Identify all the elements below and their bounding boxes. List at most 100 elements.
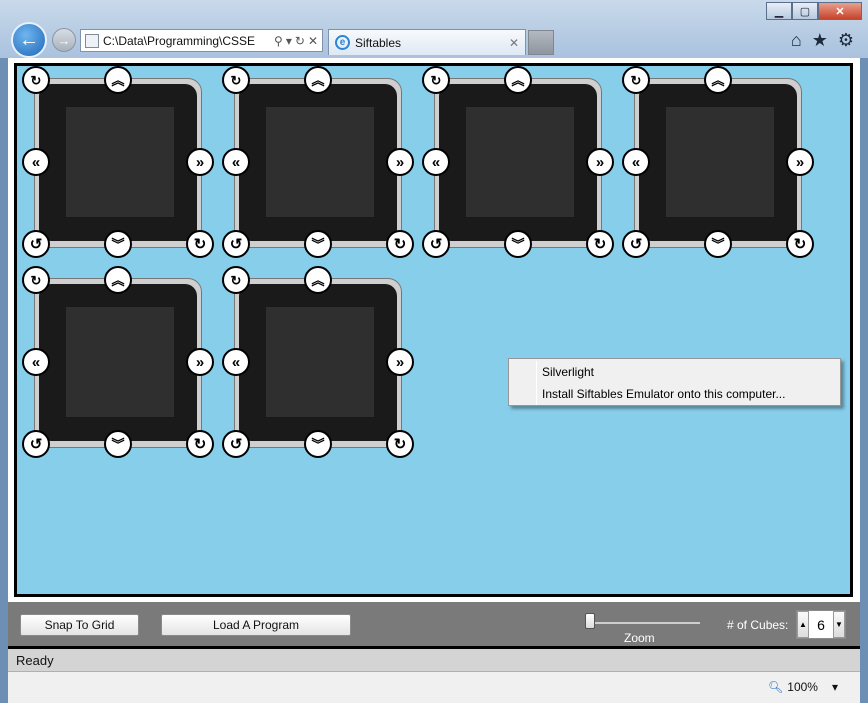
rotate-icon[interactable]: ↻ bbox=[22, 66, 50, 94]
rotate-icon[interactable]: ↻ bbox=[222, 66, 250, 94]
stop-icon[interactable]: ✕ bbox=[308, 34, 318, 48]
cube-body[interactable] bbox=[434, 78, 602, 248]
chevron-right-icon[interactable]: » bbox=[186, 348, 214, 376]
cube-body[interactable] bbox=[34, 278, 202, 448]
cube-screen bbox=[266, 107, 374, 217]
chevron-up-icon[interactable]: ︽ bbox=[504, 66, 532, 94]
rotate-icon[interactable]: ↻ bbox=[622, 66, 650, 94]
zoom-slider-thumb[interactable] bbox=[585, 613, 595, 629]
chevron-right-icon[interactable]: » bbox=[386, 348, 414, 376]
chevron-down-icon[interactable]: ︾ bbox=[504, 230, 532, 258]
rotate-cw-icon[interactable]: ↻ bbox=[386, 430, 414, 458]
favorites-star-icon[interactable]: ★ bbox=[812, 30, 828, 51]
new-tab-button[interactable] bbox=[528, 30, 554, 55]
address-tools: ⚲ ▾ ↻ ✕ bbox=[274, 34, 322, 48]
address-url[interactable]: C:\Data\Programming\CSSE bbox=[103, 34, 270, 48]
search-icon[interactable]: ⚲ bbox=[274, 34, 283, 48]
browser-zoom-value: 100% bbox=[787, 680, 818, 694]
rotate-cw-icon[interactable]: ↻ bbox=[186, 430, 214, 458]
zoom-label: Zoom bbox=[624, 631, 655, 645]
zoom-slider-track[interactable] bbox=[588, 622, 700, 624]
siftable-cube[interactable]: ↻ ︽ « » ↺ ︾ ↻ bbox=[22, 266, 214, 458]
cube-bezel bbox=[239, 84, 397, 241]
chevron-up-icon[interactable]: ︽ bbox=[104, 266, 132, 294]
spinner-down-icon[interactable]: ▼ bbox=[833, 611, 845, 638]
chevron-right-icon[interactable]: » bbox=[186, 148, 214, 176]
cube-bezel bbox=[39, 284, 197, 441]
rotate-icon[interactable]: ↻ bbox=[22, 266, 50, 294]
chevron-right-icon[interactable]: » bbox=[586, 148, 614, 176]
cube-screen bbox=[666, 107, 774, 217]
rotate-ccw-icon[interactable]: ↺ bbox=[222, 230, 250, 258]
chevron-left-icon[interactable]: « bbox=[22, 148, 50, 176]
chevron-down-icon[interactable]: ▾ bbox=[822, 680, 838, 694]
dropdown-icon[interactable]: ▾ bbox=[286, 34, 292, 48]
context-menu-item-silverlight[interactable]: Silverlight bbox=[509, 361, 840, 383]
cube-screen bbox=[266, 307, 374, 417]
address-bar[interactable]: C:\Data\Programming\CSSE ⚲ ▾ ↻ ✕ bbox=[80, 29, 323, 52]
cube-body[interactable] bbox=[234, 78, 402, 248]
chevron-down-icon[interactable]: ︾ bbox=[304, 230, 332, 258]
spinner-up-icon[interactable]: ▲ bbox=[797, 611, 809, 638]
siftable-cube[interactable]: ↻ ︽ « » ↺ ︾ ↻ bbox=[622, 66, 814, 258]
cube-count-spinner[interactable]: ▲ 6 ▼ bbox=[796, 610, 846, 639]
chevron-left-icon[interactable]: « bbox=[222, 348, 250, 376]
rotate-ccw-icon[interactable]: ↺ bbox=[622, 230, 650, 258]
back-button[interactable]: ← bbox=[11, 22, 47, 58]
chevron-left-icon[interactable]: « bbox=[22, 348, 50, 376]
gear-icon[interactable]: ⚙ bbox=[838, 30, 854, 51]
cube-count-value[interactable]: 6 bbox=[809, 611, 833, 638]
cube-body[interactable] bbox=[34, 78, 202, 248]
tab-close-icon[interactable]: ✕ bbox=[509, 36, 525, 50]
rotate-ccw-icon[interactable]: ↺ bbox=[22, 230, 50, 258]
chevron-up-icon[interactable]: ︽ bbox=[304, 266, 332, 294]
chevron-left-icon[interactable]: « bbox=[222, 148, 250, 176]
chevron-left-icon[interactable]: « bbox=[422, 148, 450, 176]
siftable-cube[interactable]: ↻ ︽ « » ↺ ︾ ↻ bbox=[22, 66, 214, 258]
rotate-ccw-icon[interactable]: ↺ bbox=[22, 430, 50, 458]
content-frame: ↻ ︽ « » ↺ ︾ ↻ ↻ ︽ « » ↺ ︾ ↻ ↻ ︽ « » ↺ ︾ ↻ ↻ ︽ « » ↺ ︾ ↻ ↻ ︽ « » ↺ ︾ ↻ ↻ ︽ « » ↺… bbox=[8, 58, 860, 703]
chevron-left-icon[interactable]: « bbox=[622, 148, 650, 176]
rotate-ccw-icon[interactable]: ↺ bbox=[422, 230, 450, 258]
ie-icon: e bbox=[335, 35, 350, 50]
close-icon[interactable]: ✕ bbox=[818, 2, 862, 20]
rotate-cw-icon[interactable]: ↻ bbox=[786, 230, 814, 258]
cube-bezel bbox=[39, 84, 197, 241]
rotate-cw-icon[interactable]: ↻ bbox=[586, 230, 614, 258]
status-text: Ready bbox=[16, 652, 54, 668]
home-icon[interactable]: ⌂ bbox=[791, 30, 802, 51]
chevron-right-icon[interactable]: » bbox=[386, 148, 414, 176]
tab-siftables[interactable]: e Siftables ✕ bbox=[328, 29, 526, 55]
chevron-up-icon[interactable]: ︽ bbox=[304, 66, 332, 94]
context-menu-item-install[interactable]: Install Siftables Emulator onto this com… bbox=[509, 383, 840, 405]
chevron-down-icon[interactable]: ︾ bbox=[104, 230, 132, 258]
cube-body[interactable] bbox=[634, 78, 802, 248]
cube-body[interactable] bbox=[234, 278, 402, 448]
rotate-cw-icon[interactable]: ↻ bbox=[186, 230, 214, 258]
siftable-cube[interactable]: ↻ ︽ « » ↺ ︾ ↻ bbox=[222, 66, 414, 258]
siftable-cube[interactable]: ↻ ︽ « » ↺ ︾ ↻ bbox=[422, 66, 614, 258]
chevron-down-icon[interactable]: ︾ bbox=[104, 430, 132, 458]
chevron-up-icon[interactable]: ︽ bbox=[104, 66, 132, 94]
rotate-cw-icon[interactable]: ↻ bbox=[386, 230, 414, 258]
maximize-icon[interactable]: ▢ bbox=[792, 2, 818, 20]
rotate-icon[interactable]: ↻ bbox=[222, 266, 250, 294]
cube-bezel bbox=[439, 84, 597, 241]
magnifier-icon: 🔍︎ bbox=[768, 680, 784, 694]
load-program-button[interactable]: Load A Program bbox=[161, 614, 351, 636]
minimize-icon[interactable]: ▁ bbox=[766, 2, 792, 20]
cube-bezel bbox=[639, 84, 797, 241]
emulator-canvas[interactable]: ↻ ︽ « » ↺ ︾ ↻ ↻ ︽ « » ↺ ︾ ↻ ↻ ︽ « » ↺ ︾ ↻ ↻ ︽ « » ↺ ︾ ↻ ↻ ︽ « » ↺ ︾ ↻ ↻ ︽ « » ↺… bbox=[14, 63, 853, 597]
chevron-right-icon[interactable]: » bbox=[786, 148, 814, 176]
forward-button[interactable]: → bbox=[52, 28, 76, 52]
browser-zoom-control[interactable]: 🔍︎ 100% ▾ bbox=[768, 680, 838, 694]
rotate-ccw-icon[interactable]: ↺ bbox=[222, 430, 250, 458]
snap-to-grid-button[interactable]: Snap To Grid bbox=[20, 614, 139, 636]
cube-bezel bbox=[239, 284, 397, 441]
siftable-cube[interactable]: ↻ ︽ « » ↺ ︾ ↻ bbox=[222, 266, 414, 458]
rotate-icon[interactable]: ↻ bbox=[422, 66, 450, 94]
chevron-up-icon[interactable]: ︽ bbox=[704, 66, 732, 94]
chevron-down-icon[interactable]: ︾ bbox=[704, 230, 732, 258]
chevron-down-icon[interactable]: ︾ bbox=[304, 430, 332, 458]
refresh-icon[interactable]: ↻ bbox=[295, 34, 305, 48]
